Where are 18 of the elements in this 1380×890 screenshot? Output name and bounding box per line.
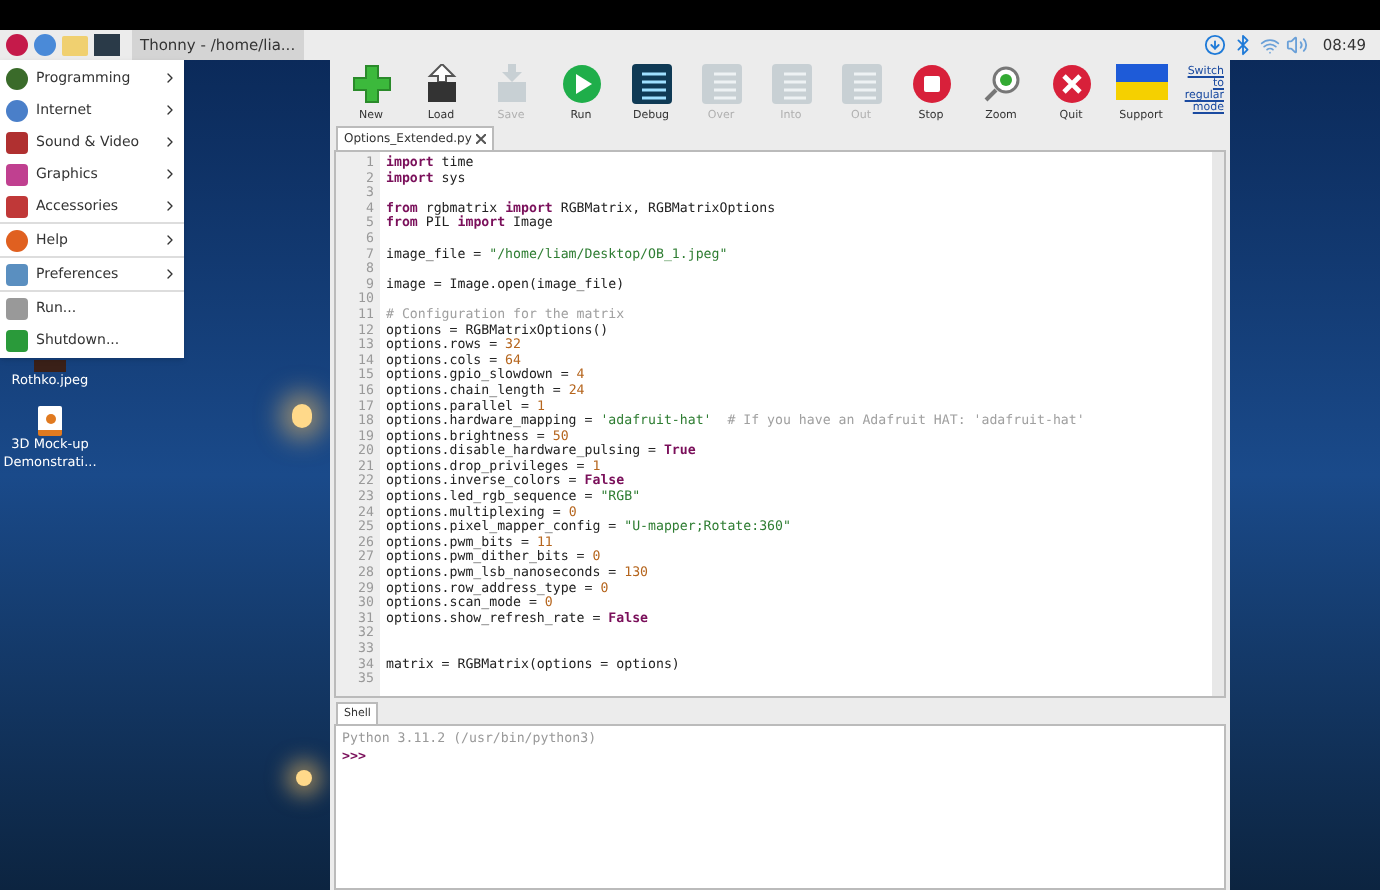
- chevron-right-icon: [162, 232, 178, 248]
- magnifier-icon: [981, 64, 1021, 104]
- video-file-icon[interactable]: [38, 406, 62, 436]
- download-icon[interactable]: [1204, 34, 1227, 56]
- play-icon: [561, 64, 601, 104]
- stop-icon: [911, 64, 951, 104]
- bluetooth-icon[interactable]: [1232, 34, 1255, 56]
- list-icon: [631, 64, 671, 104]
- flag-icon: [1115, 64, 1167, 100]
- code-editor[interactable]: [334, 150, 1226, 698]
- wifi-icon[interactable]: [1260, 35, 1281, 55]
- chevron-right-icon: [162, 266, 178, 282]
- volume-icon[interactable]: [1286, 34, 1309, 56]
- floppy-icon: [425, 64, 457, 104]
- plus-icon: [351, 64, 391, 104]
- floppy-icon: [495, 64, 527, 104]
- close-icon: [1051, 64, 1091, 104]
- close-icon[interactable]: [475, 134, 486, 144]
